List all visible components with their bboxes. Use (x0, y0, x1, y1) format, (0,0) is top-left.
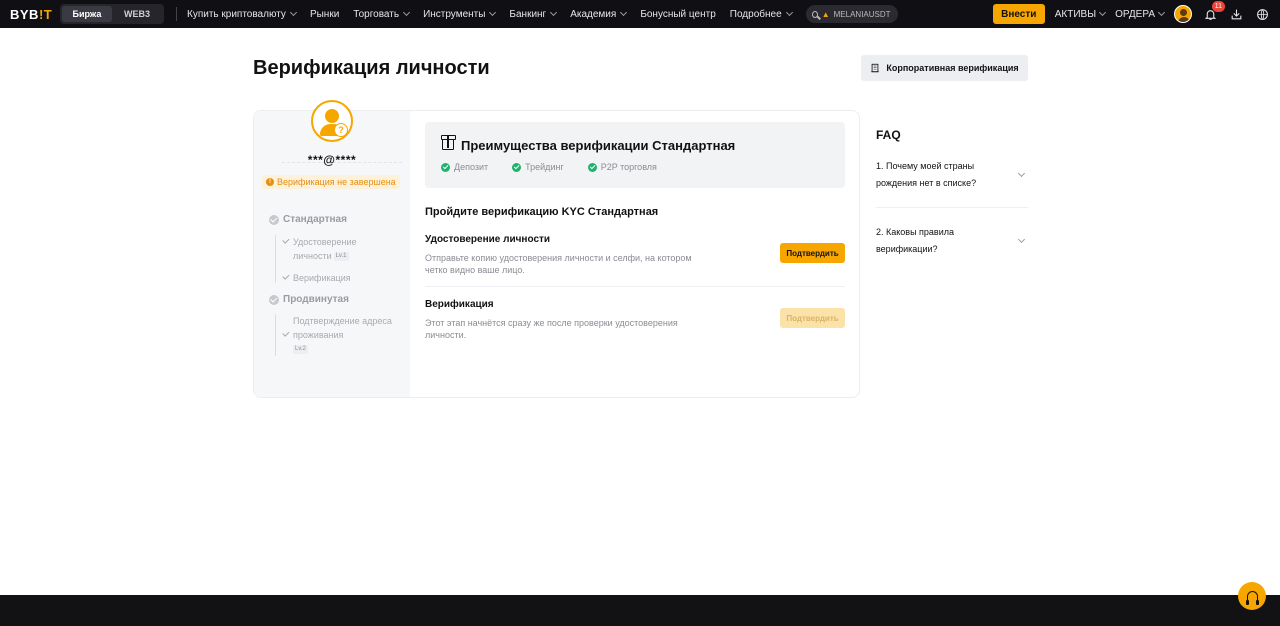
substep-verification: Верификация (282, 271, 392, 285)
bybit-logo[interactable]: BYB!T (10, 7, 52, 22)
nav-rewards-hub[interactable]: Бонусный центр (640, 9, 715, 20)
benefit-deposit: Депозит (441, 162, 488, 172)
notification-count-badge: 11 (1211, 1, 1225, 12)
header-actions: Внести АКТИВЫ ОРДЕРА 11 (992, 0, 1270, 28)
benefits-title: Преимущества верификации Стандартная (461, 138, 736, 153)
nav-tools[interactable]: Инструменты (423, 8, 497, 20)
nav-markets[interactable]: Рынки (310, 9, 339, 20)
chevron-down-icon (1017, 235, 1026, 244)
section-identity-title: Удостоверение личности (425, 234, 551, 245)
chevron-down-icon (1157, 8, 1166, 17)
nav-academy[interactable]: Академия (570, 8, 628, 20)
chevron-down-icon (289, 8, 297, 17)
globe-icon (1256, 8, 1268, 20)
chevron-down-icon (403, 8, 411, 17)
benefits-panel: Преимущества верификации Стандартная Деп… (425, 122, 845, 188)
chevron-down-icon (550, 8, 558, 17)
step-connector (275, 314, 276, 356)
faq-title: FAQ (876, 128, 901, 142)
top-navigation-bar: BYB!T Биржа WEB3 Купить криптовалюту Рын… (0, 0, 1280, 28)
benefit-list: Депозит Трейдинг P2P торговля (441, 162, 657, 172)
nav-buy-crypto[interactable]: Купить криптовалюту (187, 8, 297, 20)
nav-divider (176, 7, 177, 21)
corporate-verification-button[interactable]: Корпоративная верификация (861, 55, 1028, 81)
section-identity-description: Отправьте копию удостоверения личности и… (425, 253, 692, 275)
check-circle-icon (587, 162, 597, 172)
chevron-down-icon (489, 8, 497, 17)
benefit-p2p: P2P торговля (587, 162, 657, 172)
section-verification-title: Верификация (425, 299, 494, 310)
step-advanced: Продвинутая (269, 294, 349, 305)
nav-more[interactable]: Подробнее (730, 8, 793, 20)
download-app-button[interactable] (1228, 6, 1244, 22)
check-circle-icon (512, 162, 522, 172)
footer (0, 595, 1280, 626)
question-mark-icon: ? (334, 123, 348, 137)
confirm-verification-button: Подтвердить (780, 308, 845, 328)
support-chat-button[interactable] (1238, 582, 1266, 610)
gift-icon (441, 135, 456, 150)
section-divider (425, 286, 845, 287)
profile-avatar-icon: ? (311, 100, 353, 142)
warning-icon: ! (266, 178, 274, 186)
search-box[interactable]: ▲ (805, 5, 898, 23)
masked-email: ***@**** (307, 153, 357, 167)
assets-menu[interactable]: АКТИВЫ (1055, 8, 1107, 20)
headset-icon (1245, 591, 1259, 605)
faq-item-rules[interactable]: 2. Каковы правила верификации? (876, 224, 1028, 258)
check-icon (282, 274, 288, 280)
page-title: Верификация личности (253, 57, 490, 79)
section-verification-description: Этот этап начнётся сразу же после провер… (425, 318, 678, 340)
mode-web3-tab[interactable]: WEB3 (112, 6, 162, 22)
check-circle-icon (269, 214, 279, 225)
chevron-down-icon (1099, 8, 1107, 17)
exchange-web3-switch: Биржа WEB3 (60, 4, 164, 24)
check-circle-icon (269, 294, 279, 305)
main-nav: Купить криптовалюту Рынки Торговать Инст… (187, 8, 793, 20)
nav-trade[interactable]: Торговать (353, 8, 411, 20)
fire-icon: ▲ (821, 9, 830, 19)
chevron-down-icon (620, 8, 628, 17)
check-icon (282, 331, 288, 337)
substep-identity-document: Удостоверение личности Lv.1 (282, 235, 392, 263)
chevron-down-icon (785, 8, 793, 17)
check-circle-icon (441, 162, 450, 172)
level-badge: Lv.2 (293, 345, 308, 355)
kyc-heading: Пройдите верификацию KYC Стандартная (425, 206, 659, 218)
orders-menu[interactable]: ОРДЕРА (1115, 8, 1166, 20)
search-input[interactable] (833, 9, 898, 19)
benefit-trading: Трейдинг (512, 162, 564, 172)
faq-item-country[interactable]: 1. Почему моей страны рождения нет в спи… (876, 158, 1028, 192)
step-standard: Стандартная (269, 214, 347, 225)
verification-card: ? ***@**** ! Верификация не завершена Ст… (253, 100, 860, 398)
confirm-identity-button[interactable]: Подтвердить (780, 243, 845, 263)
user-avatar-icon[interactable] (1174, 5, 1192, 23)
faq-divider (876, 207, 1028, 208)
search-icon (811, 10, 818, 18)
status-badge: ! Верификация не завершена (262, 175, 400, 189)
level-badge: Lv.1 (333, 252, 349, 262)
step-connector (275, 235, 276, 283)
mode-exchange-tab[interactable]: Биржа (62, 6, 112, 22)
nav-banking[interactable]: Банкинг (509, 8, 558, 20)
download-icon (1231, 9, 1241, 19)
substep-address-proof: Подтверждение адреса проживания Lv.2 (282, 314, 392, 356)
verification-sidebar: ? ***@**** ! Верификация не завершена Ст… (254, 100, 410, 397)
chevron-down-icon (1017, 169, 1026, 178)
building-icon (871, 63, 880, 73)
notifications-button[interactable]: 11 (1202, 1, 1225, 22)
check-icon (282, 238, 288, 244)
language-button[interactable] (1254, 6, 1270, 22)
deposit-button[interactable]: Внести (992, 4, 1045, 24)
